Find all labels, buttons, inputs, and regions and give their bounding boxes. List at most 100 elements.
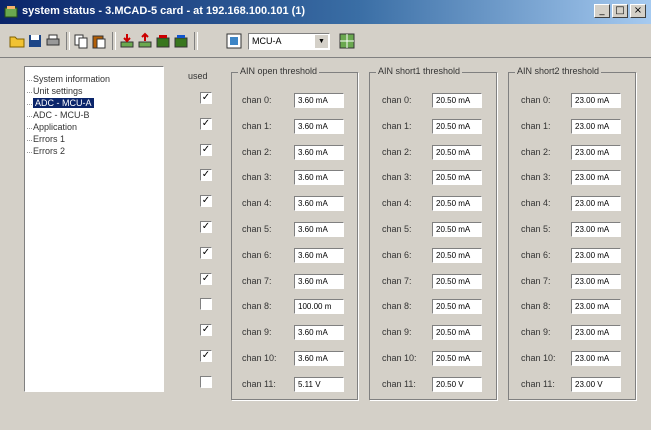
open-threshold-field[interactable]: 3.60 mA [294,325,344,341]
short1-threshold-field[interactable]: 20.50 mA [432,299,482,315]
print-icon[interactable] [44,32,62,50]
checkmark-icon: ✓ [201,143,211,155]
module-select[interactable]: MCU-A ▼ [248,33,330,50]
used-checkbox[interactable] [200,375,212,388]
tree-item-label: ADC - MCU-B [33,110,90,120]
open-threshold-field[interactable]: 3.60 mA [294,170,344,186]
short2-threshold-field[interactable]: 23.00 mA [571,222,621,237]
used-checkbox[interactable]: ✓ [200,350,212,362]
open-threshold-group: AIN open threshold chan 0: 3.60 mA chan 1:… [231,66,358,400]
used-checkbox[interactable]: ✓ [200,117,212,130]
short1-threshold-field[interactable]: 20.50 mA [432,351,482,366]
channel-label: chan 0: [382,95,412,105]
tree-item[interactable]: ADC - MCU-B [27,110,90,120]
short2-threshold-field[interactable]: 23.00 mA [571,299,621,315]
write-icon[interactable] [136,32,154,50]
open-threshold-field[interactable]: 3.60 mA [294,222,344,237]
open-threshold-field[interactable]: 3.60 mA [294,247,344,263]
channel-label: chan 1: [521,120,551,131]
channel-label: chan 9: [521,327,551,338]
short1-threshold-field[interactable]: 20.50 V [432,376,482,392]
open-icon[interactable] [8,32,26,50]
channel-label: chan 3: [382,172,412,183]
open-threshold-field[interactable]: 100.00 m [294,299,344,315]
used-checkbox[interactable] [200,298,212,311]
open-threshold-title: AIN open threshold [238,66,320,76]
channel-label: chan 11: [521,378,555,389]
short1-threshold-field[interactable]: 20.50 mA [432,273,482,289]
grid-icon[interactable] [338,32,356,50]
channel-label: chan 4: [242,198,272,209]
short1-threshold-field[interactable]: 20.50 mA [432,325,482,341]
checkmark-icon: ✓ [201,350,211,361]
short2-threshold-field[interactable]: 23.00 mA [571,196,621,212]
used-checkbox[interactable]: ✓ [200,169,212,182]
tree-item[interactable]: Errors 2 [26,146,65,156]
open-threshold-field[interactable]: 3.60 mA [294,273,344,289]
channel-label: chan 1: [382,120,412,131]
send-icon[interactable] [154,32,172,50]
short1-threshold-field[interactable]: 20.50 mA [432,222,482,237]
short1-threshold-field[interactable]: 20.50 mA [432,247,482,263]
open-threshold-field[interactable]: 3.60 mA [294,93,344,108]
short2-threshold-field[interactable]: 23.00 mA [571,144,621,160]
short2-threshold-title: AIN short2 threshold [515,66,602,76]
channel-label: chan 3: [521,172,551,183]
channel-label: chan 6: [242,249,272,260]
used-checkbox[interactable]: ✓ [200,221,212,233]
open-threshold-field[interactable]: 3.60 mA [294,144,344,160]
minimize-button[interactable]: _ [594,4,610,18]
used-checkbox[interactable]: ✓ [200,143,212,156]
open-threshold-field[interactable]: 5.11 V [294,376,344,392]
used-checkbox[interactable]: ✓ [200,195,212,208]
channel-label: chan 6: [382,249,412,260]
used-checkbox[interactable]: ✓ [200,246,212,259]
tree-item[interactable]: ADC - MCU-A [27,98,94,108]
short2-threshold-field[interactable]: 23.00 mA [571,351,621,366]
channel-label: chan 11: [242,378,276,389]
tree-item-label: Errors 1 [33,134,66,144]
used-checkbox[interactable]: ✓ [200,92,212,104]
short1-threshold-field[interactable]: 20.50 mA [432,196,482,212]
copy-icon[interactable] [72,32,90,50]
save-icon[interactable] [26,32,44,50]
short2-threshold-field[interactable]: 23.00 mA [571,247,621,263]
tree-item[interactable]: Application [26,122,77,132]
tree-item[interactable]: Unit settings [27,86,83,96]
short2-threshold-field[interactable]: 23.00 mA [571,118,621,134]
tree-item[interactable]: System information [26,74,110,84]
device-icon[interactable] [225,32,243,50]
short1-threshold-field[interactable]: 20.50 mA [432,144,482,160]
window-title: system status - 3.MCAD-5 card - at 192.1… [22,5,306,17]
channel-label: chan 7: [242,275,272,286]
channel-label: chan 4: [521,198,551,209]
open-threshold-field[interactable]: 3.60 mA [294,351,344,366]
chevron-down-icon[interactable]: ▼ [315,35,328,48]
short2-threshold-field[interactable]: 23.00 mA [571,273,621,289]
paste-icon[interactable] [90,32,108,50]
maximize-button[interactable]: □ [612,4,628,18]
short1-threshold-field[interactable]: 20.50 mA [432,93,482,108]
short1-threshold-field[interactable]: 20.50 mA [432,118,482,134]
short2-threshold-field[interactable]: 23.00 mA [571,170,621,186]
open-threshold-field[interactable]: 3.60 mA [294,118,344,134]
short2-threshold-field[interactable]: 23.00 V [571,376,621,392]
close-button[interactable]: × [630,4,646,18]
tree-item[interactable]: Errors 1 [26,134,66,144]
used-checkbox[interactable]: ✓ [200,272,212,285]
channel-label: chan 7: [521,275,551,286]
short1-threshold-field[interactable]: 20.50 mA [432,170,482,186]
used-checkbox[interactable]: ✓ [200,324,212,337]
channel-label: chan 9: [242,327,272,338]
open-threshold-field[interactable]: 3.60 mA [294,196,344,212]
app-icon [4,6,18,18]
title-bar[interactable]: system status - 3.MCAD-5 card - at 192.1… [0,0,651,24]
channel-label: chan 8: [521,301,551,312]
channel-label: chan 3: [242,172,272,183]
short2-threshold-field[interactable]: 23.00 mA [571,325,621,341]
short2-threshold-field[interactable]: 23.00 mA [571,93,621,108]
channel-label: chan 5: [382,224,412,234]
checkmark-icon: ✓ [201,246,211,258]
receive-icon[interactable] [172,32,190,50]
read-icon[interactable] [118,32,136,50]
